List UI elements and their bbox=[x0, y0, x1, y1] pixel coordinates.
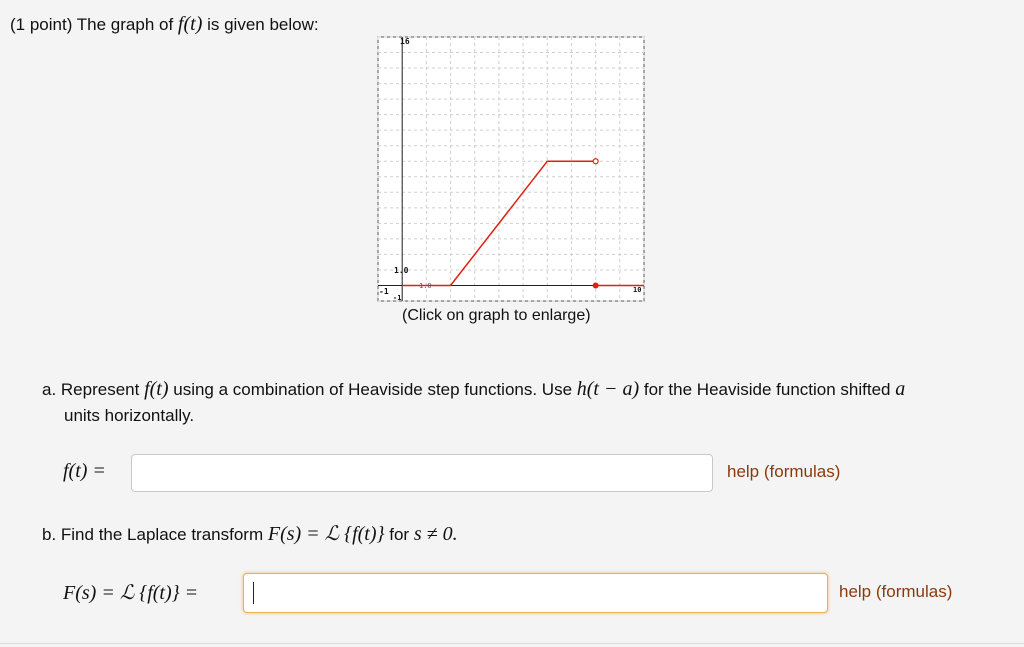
part-a-variable: a bbox=[895, 378, 906, 400]
part-b-condition: s ≠ 0. bbox=[413, 523, 458, 545]
part-b-text-1: b. Find the Laplace transform bbox=[42, 525, 264, 544]
graph-frame bbox=[377, 36, 645, 302]
part-b-text-2: for bbox=[389, 525, 410, 544]
part-a-heaviside: h(t − a) bbox=[576, 378, 640, 400]
part-a-function: f(t) bbox=[144, 378, 169, 400]
tick-x-left: -1 bbox=[379, 287, 389, 296]
graph-caption[interactable]: (Click on graph to enlarge) bbox=[402, 307, 591, 325]
answer-b-input[interactable] bbox=[243, 573, 828, 613]
header-function: f(t) bbox=[177, 13, 203, 35]
help-formulas-link-a[interactable]: help (formulas) bbox=[727, 462, 840, 482]
function-graph[interactable]: 16 1.0 1.0 -1 -1 10 bbox=[375, 34, 647, 306]
bottom-divider bbox=[0, 643, 1024, 644]
text-caret bbox=[253, 582, 254, 604]
part-b-expression: F(s) = ℒ {f(t)} bbox=[267, 523, 385, 545]
part-a-text-3: for the Heaviside function shifted bbox=[643, 380, 891, 399]
tick-y-bottom: -1 bbox=[393, 294, 401, 302]
answer-a-input[interactable] bbox=[131, 454, 713, 492]
tick-y-top: 16 bbox=[400, 37, 410, 46]
closed-endpoint bbox=[592, 282, 599, 289]
part-a-text-1: a. Represent bbox=[42, 380, 140, 399]
tick-x-unit: 1.0 bbox=[419, 282, 432, 290]
open-endpoint bbox=[592, 158, 599, 165]
graph-svg[interactable]: 16 1.0 1.0 -1 -1 10 bbox=[375, 34, 647, 306]
tick-x-right: 10 bbox=[633, 286, 641, 294]
answer-b-label: F(s) = ℒ {f(t)} = bbox=[63, 582, 199, 604]
part-a-prompt: a. Represent f(t) using a combination of… bbox=[42, 376, 1012, 429]
tick-y-unit: 1.0 bbox=[394, 266, 409, 275]
part-b-prompt: b. Find the Laplace transform F(s) = ℒ {… bbox=[42, 521, 458, 546]
part-a-text-4: units horizontally. bbox=[64, 406, 195, 425]
help-formulas-link-b[interactable]: help (formulas) bbox=[839, 582, 952, 602]
problem-header: (1 point) The graph of f(t) is given bel… bbox=[10, 13, 319, 36]
header-suffix: is given below: bbox=[207, 15, 319, 34]
answer-a-label: f(t) = bbox=[63, 460, 106, 482]
part-a-text-2: using a combination of Heaviside step fu… bbox=[173, 380, 573, 399]
header-prefix: (1 point) The graph of bbox=[10, 15, 174, 34]
